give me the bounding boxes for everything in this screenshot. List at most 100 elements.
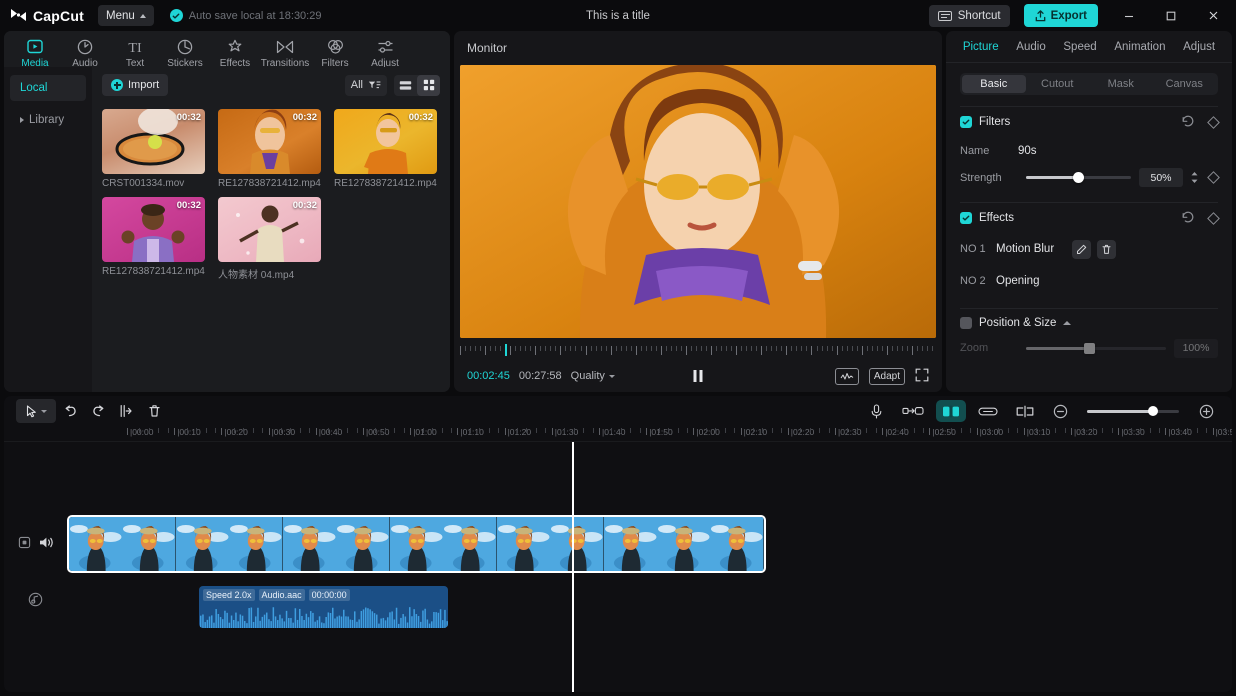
player-playhead[interactable] — [505, 344, 507, 356]
video-clip[interactable] — [67, 515, 766, 573]
reset-icon[interactable] — [1181, 114, 1195, 131]
segment-mask[interactable]: Mask — [1089, 75, 1153, 93]
tool-tabs: Media Audio TI Text Stickers Effects Tra… — [4, 31, 450, 70]
sidebar-item-library[interactable]: Library — [10, 107, 86, 133]
tab-transitions[interactable]: Transitions — [260, 35, 310, 69]
delete-effect-button[interactable] — [1097, 239, 1116, 259]
strength-stepper[interactable] — [1188, 171, 1200, 184]
keyframe-icon[interactable] — [1207, 211, 1220, 225]
media-item[interactable]: 00:32 RE127838721412.mp4 — [102, 197, 205, 281]
chevron-down-icon — [608, 374, 615, 378]
tab-audio[interactable]: Audio — [60, 35, 110, 69]
strength-value[interactable]: 50% — [1139, 168, 1183, 187]
ruler-tick — [841, 346, 843, 351]
mirror-split-button[interactable] — [1010, 399, 1040, 423]
tab-speed[interactable]: Speed — [1063, 41, 1096, 53]
media-item[interactable]: 00:32 RE127838721412.mp4 — [218, 109, 321, 189]
chevron-down-icon[interactable] — [40, 409, 47, 413]
mute-icon[interactable] — [35, 531, 57, 553]
filter-dropdown[interactable]: All — [344, 74, 387, 96]
close-icon[interactable] — [1192, 0, 1234, 31]
ruler-tick — [806, 346, 808, 351]
quality-dropdown[interactable]: Quality — [571, 370, 615, 382]
effects-checkbox[interactable] — [960, 212, 972, 224]
ruler-tick — [403, 428, 405, 433]
ruler-tick — [281, 428, 283, 433]
minimize-icon[interactable] — [1108, 0, 1150, 31]
waveform-icon[interactable] — [834, 367, 859, 385]
tab-media[interactable]: Media — [10, 35, 60, 69]
zoom-slider[interactable] — [1026, 342, 1166, 354]
shortcut-button[interactable]: Shortcut — [928, 4, 1010, 27]
audio-clip[interactable]: Speed 2.0x Audio.aac 00:00:00 — [199, 586, 448, 628]
media-item[interactable]: 00:32 RE127838721412.mp4 — [334, 109, 437, 189]
tab-filters[interactable]: Filters — [310, 35, 360, 69]
timeline-toolbar — [4, 396, 1232, 426]
tab-animation[interactable]: Animation — [1114, 41, 1165, 53]
segment-basic[interactable]: Basic — [962, 75, 1026, 93]
split-button[interactable] — [112, 399, 140, 423]
player-right-controls: Adapt — [834, 367, 929, 385]
undo-button[interactable] — [56, 399, 84, 423]
ruler-label: |01:10 — [457, 427, 484, 437]
adapt-button[interactable]: Adapt — [868, 367, 905, 385]
timeline-ruler[interactable]: |00:00 |00:10 |00:20 |00:30 |00:40 |00:50 |01:… — [4, 426, 1232, 442]
filters-checkbox[interactable] — [960, 116, 972, 128]
maximize-icon[interactable] — [1150, 0, 1192, 31]
zoom-knob[interactable] — [1084, 342, 1095, 354]
ruler-tick — [565, 346, 567, 351]
position-size-header[interactable]: Position & Size — [960, 309, 1218, 337]
magnet-snap-button[interactable] — [936, 400, 966, 422]
segment-cutout[interactable]: Cutout — [1026, 75, 1090, 93]
pause-button[interactable] — [693, 370, 703, 382]
player-timeline-ruler[interactable] — [460, 342, 936, 360]
video-preview[interactable] — [460, 64, 936, 338]
tab-stickers[interactable]: Stickers — [160, 35, 210, 69]
ruler-label: |00:50 — [362, 427, 390, 437]
chevron-up-icon[interactable] — [1063, 321, 1072, 325]
tab-effects[interactable]: Effects — [210, 35, 260, 69]
timeline-playhead[interactable] — [572, 442, 574, 692]
ruler-tick — [716, 346, 718, 351]
tab-text[interactable]: TI Text — [110, 35, 160, 70]
menu-button[interactable]: Menu — [97, 5, 154, 26]
tab-adjust[interactable]: Adjust — [360, 35, 410, 69]
grid-view-button[interactable] — [417, 74, 440, 96]
delete-button[interactable] — [140, 399, 168, 423]
tab-adjust[interactable]: Adjust — [1183, 41, 1215, 53]
export-button[interactable]: Export — [1023, 4, 1098, 27]
auto-captions-button[interactable] — [896, 399, 930, 423]
ruler-tick — [592, 428, 594, 433]
zoom-value[interactable]: 100% — [1174, 338, 1218, 358]
reset-icon[interactable] — [1181, 210, 1195, 227]
keyframe-icon[interactable] — [1207, 115, 1220, 129]
lock-icon[interactable] — [13, 531, 35, 553]
filters-icon — [327, 38, 344, 55]
ruler-tick — [856, 428, 858, 433]
link-clips-button[interactable] — [972, 399, 1004, 423]
select-tool-button[interactable] — [16, 399, 56, 423]
strength-slider[interactable] — [1026, 172, 1131, 183]
zoom-knob[interactable] — [1148, 405, 1159, 416]
tab-audio[interactable]: Audio — [1016, 41, 1045, 53]
redo-button[interactable] — [84, 399, 112, 423]
tab-picture[interactable]: Picture — [963, 41, 999, 53]
position-size-checkbox[interactable] — [960, 317, 972, 329]
timeline-zoom-slider[interactable] — [1087, 405, 1179, 416]
media-item[interactable]: 00:32 CRST001334.mov — [102, 109, 205, 189]
media-item[interactable]: 00:32 人物素材 04.mp4 — [218, 197, 321, 281]
fullscreen-icon[interactable] — [915, 368, 929, 385]
audio-icon[interactable] — [24, 588, 46, 610]
import-button[interactable]: Import — [102, 74, 169, 96]
edit-effect-button[interactable] — [1072, 239, 1091, 259]
zoom-out-button[interactable] — [1046, 399, 1074, 423]
view-toggle — [394, 74, 440, 96]
strength-knob[interactable] — [1073, 172, 1084, 183]
sidebar-item-local[interactable]: Local — [10, 75, 86, 101]
zoom-in-button[interactable] — [1192, 399, 1220, 423]
ruler-tick — [736, 346, 738, 355]
strength-keyframe-icon[interactable] — [1207, 171, 1220, 184]
list-view-button[interactable] — [394, 75, 417, 96]
record-voiceover-button[interactable] — [862, 399, 890, 423]
segment-canvas[interactable]: Canvas — [1153, 75, 1217, 93]
